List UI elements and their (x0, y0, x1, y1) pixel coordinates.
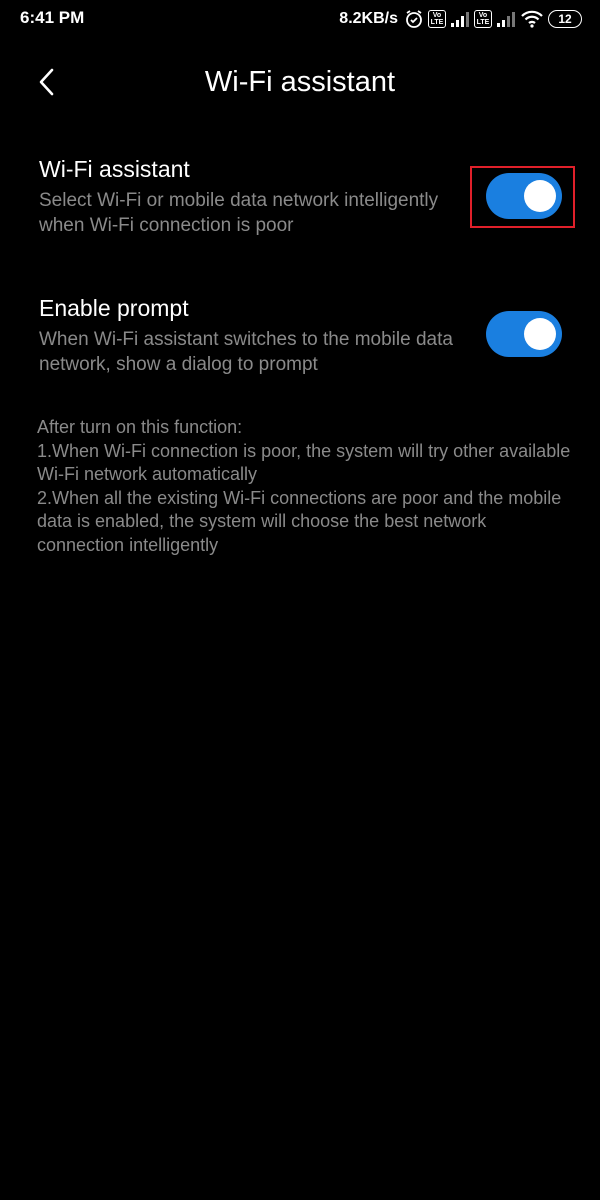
battery-icon: 12 (548, 10, 582, 28)
volte-icon: Vo LTE (428, 10, 446, 28)
alarm-icon (404, 9, 424, 29)
toggle-knob (524, 318, 556, 350)
volte-top-label: Vo (432, 12, 442, 19)
wifi-icon (520, 10, 544, 28)
page-title: Wi-Fi assistant (204, 66, 396, 98)
volte-icon-2: Vo LTE (474, 10, 492, 28)
info-text: After turn on this function: 1.When Wi-F… (37, 416, 577, 557)
status-bar: 6:41 PM 8.2KB/s Vo LTE Vo LTE 12 (0, 0, 600, 38)
info-line: 1.When Wi-Fi connection is poor, the sys… (37, 440, 571, 485)
setting-description: When Wi-Fi assistant switches to the mob… (39, 329, 453, 375)
signal-icon (450, 10, 470, 28)
volte-bottom-label-2: LTE (476, 19, 490, 26)
info-line: After turn on this function: (37, 417, 243, 437)
network-speed: 8.2KB/s (339, 10, 398, 27)
title-bar: Wi-Fi assistant (0, 50, 600, 114)
battery-level: 12 (558, 12, 572, 26)
setting-title: Enable prompt (39, 295, 189, 321)
signal-icon-2 (496, 10, 516, 28)
status-icons: 8.2KB/s Vo LTE Vo LTE 12 (339, 8, 582, 30)
status-time: 6:41 PM (20, 8, 85, 27)
setting-title: Wi-Fi assistant (39, 156, 190, 182)
highlight-box (470, 166, 575, 228)
info-line: 2.When all the existing Wi-Fi connection… (37, 487, 562, 555)
setting-description: Select Wi-Fi or mobile data network inte… (39, 190, 439, 236)
setting-row-enable-prompt[interactable]: Enable prompt When Wi-Fi assistant switc… (0, 293, 600, 383)
volte-top-label-2: Vo (478, 12, 488, 19)
enable-prompt-toggle[interactable] (486, 311, 562, 357)
volte-bottom-label: LTE (430, 19, 444, 26)
